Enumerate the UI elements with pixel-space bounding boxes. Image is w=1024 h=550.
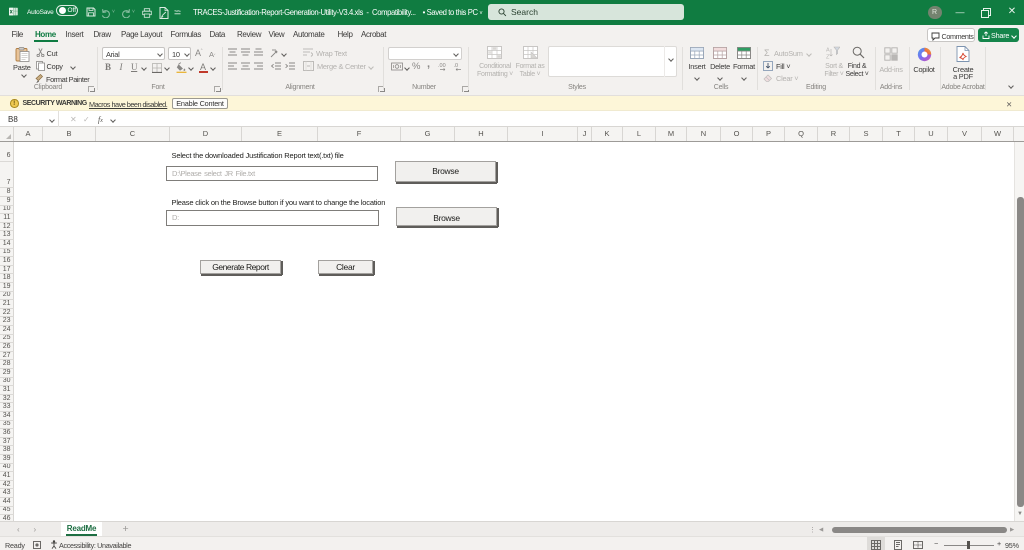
svg-text:.00: .00 [438, 63, 446, 69]
svg-text:Z: Z [826, 55, 830, 60]
svg-text:A: A [826, 48, 830, 54]
